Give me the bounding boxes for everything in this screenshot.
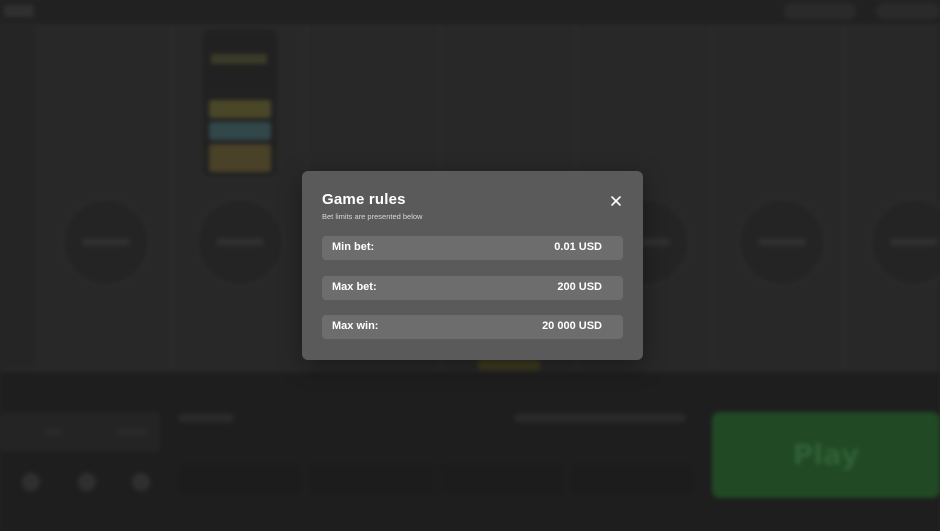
close-icon[interactable]: [608, 193, 624, 209]
max-win-label: Max win:: [332, 320, 379, 332]
max-win-value: 20 000 USD: [542, 320, 602, 332]
modal-subtitle: Bet limits are presented below: [322, 212, 423, 221]
max-bet-label: Max bet:: [332, 281, 377, 293]
min-bet-label: Min bet:: [332, 241, 375, 253]
min-bet-row: Min bet: 0.01 USD: [322, 236, 623, 260]
game-rules-modal: Game rules Bet limits are presented belo…: [302, 171, 643, 360]
max-bet-row: Max bet: 200 USD: [322, 276, 623, 300]
min-bet-value: 0.01 USD: [554, 241, 602, 253]
max-win-row: Max win: 20 000 USD: [322, 315, 623, 339]
modal-title: Game rules: [322, 191, 406, 208]
max-bet-value: 200 USD: [557, 281, 602, 293]
